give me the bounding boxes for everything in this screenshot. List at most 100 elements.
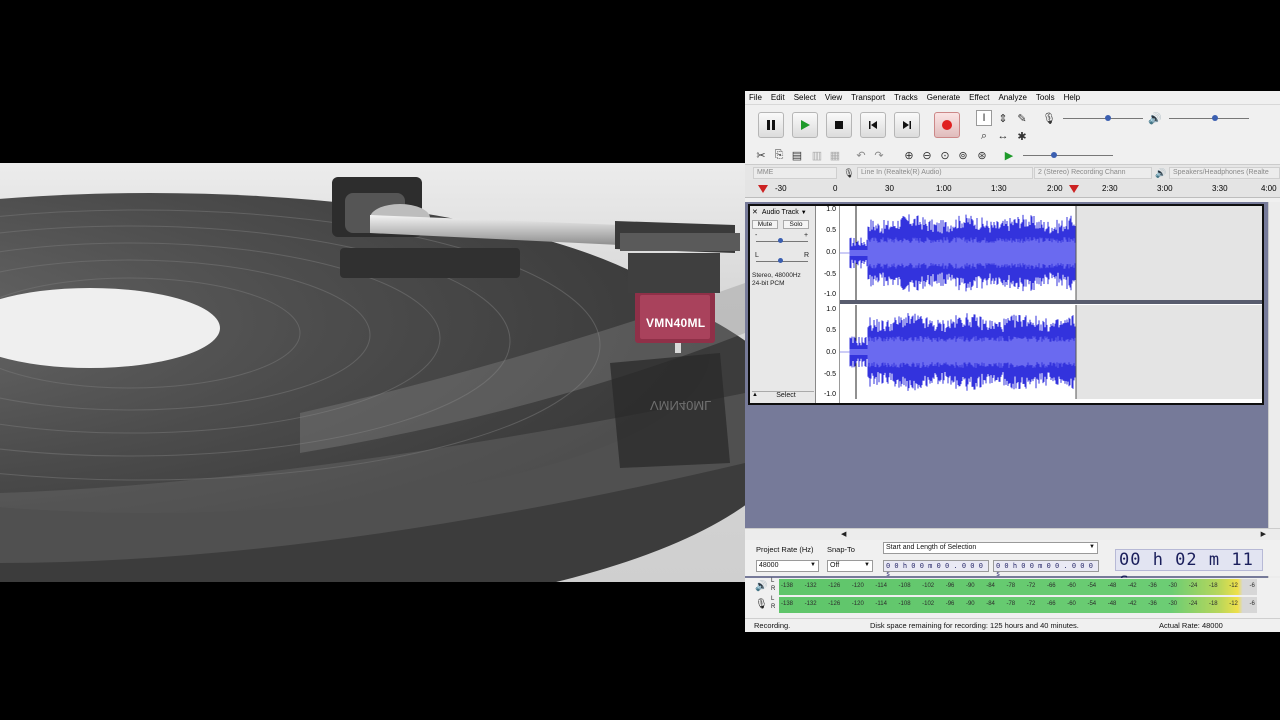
waveform-area[interactable] [840,206,1262,403]
snap-to-select[interactable]: Off ▼ [827,560,873,572]
selection-start-time[interactable]: 0 0 h 0 0 m 0 0 . 0 0 0 s [883,560,989,578]
track-format-line: Stereo, 48000Hz [752,272,801,279]
menu-effect[interactable]: Effect [969,93,989,102]
menu-tracks[interactable]: Tracks [894,93,918,102]
paste-icon[interactable]: ▤ [789,147,805,163]
play-at-speed-icon[interactable]: ▶ [1001,147,1017,163]
collapse-icon[interactable]: ▲ [752,392,758,398]
meter-toolbar: 🔊 L R -138 -132 -126 -120 -114 -108 -102 -96 -90… [745,578,1280,618]
speaker-icon[interactable]: 🔊 [755,581,767,592]
menu-edit[interactable]: Edit [771,93,785,102]
playback-volume-slider[interactable] [1169,118,1249,119]
solo-button[interactable]: Solo [783,220,809,229]
svg-text:VMN40ML: VMN40ML [650,398,711,413]
skip-end-button[interactable] [894,112,920,138]
draw-tool-icon[interactable]: ✎ [1014,110,1030,126]
trim-icon[interactable]: ▥ [809,147,825,163]
skip-start-button[interactable] [860,112,886,138]
recording-device-select[interactable]: Line In (Realtek(R) Audio) [857,167,1033,179]
meter-scale-label: -90 [965,601,975,607]
selection-length-time[interactable]: 0 0 h 0 0 m 0 0 . 0 0 0 s [993,560,1099,578]
recording-position-marker-icon [1069,185,1079,193]
menu-generate[interactable]: Generate [927,93,960,102]
play-speed-knob[interactable] [1051,152,1057,158]
scroll-right-icon[interactable]: ▶ [1261,530,1266,538]
fit-project-icon[interactable]: ⊚ [955,147,971,163]
project-rate-value: 48000 [759,562,779,569]
ruler-tick: 2:30 [1102,184,1118,193]
status-disk-space: Disk space remaining for recording: 125 … [870,621,1079,630]
envelope-tool-icon[interactable]: ⇕ [995,110,1011,126]
menu-select[interactable]: Select [794,93,816,102]
meter-scale-label: -126 [828,601,841,607]
meter-scale-label: -84 [986,583,995,589]
zoom-tool-icon[interactable]: ⌕ [976,128,992,144]
meter-scale-label: -60 [1067,583,1076,589]
pan-slider-knob[interactable] [778,258,783,263]
record-icon [942,120,952,130]
ruler-tick: 30 [885,184,894,193]
skip-start-icon [869,121,877,129]
meter-scale-label: -54 [1087,601,1097,607]
project-rate-select[interactable]: 48000 ▼ [756,560,819,572]
fit-selection-icon[interactable]: ⊙ [937,147,953,163]
recording-channels-select[interactable]: 2 (Stereo) Recording Chann [1034,167,1152,179]
menu-bar: File Edit Select View Transport Tracks G… [745,91,1280,105]
timeline-ruler[interactable]: -30 0 30 1:00 1:30 2:00 2:30 3:00 3:30 4… [745,180,1280,198]
play-button[interactable] [792,112,818,138]
cut-icon[interactable]: ✂ [753,147,769,163]
timeshift-tool-icon[interactable]: ↔ [995,128,1011,144]
selection-mode-select[interactable]: Start and Length of Selection ▼ [883,542,1098,554]
zoom-out-icon[interactable]: ⊖ [919,147,935,163]
silence-icon[interactable]: ▦ [827,147,843,163]
playback-device-select[interactable]: Speakers/Headphones (Realte [1169,167,1280,179]
right-channel-waveform [840,305,1262,399]
playback-meter[interactable]: -138 -132 -126 -120 -114 -108 -102 -96 -90 -84 -78… [779,579,1257,595]
menu-analyze[interactable]: Analyze [998,93,1026,102]
undo-icon[interactable]: ↶ [853,147,869,163]
menu-tools[interactable]: Tools [1036,93,1055,102]
copy-icon[interactable]: ⎘ [771,147,787,163]
scroll-left-icon[interactable]: ◀ [841,530,846,538]
recording-volume-slider[interactable] [1063,118,1143,119]
track-name-menu[interactable]: ✕ Audio Track ▼ [752,208,814,218]
menu-help[interactable]: Help [1064,93,1080,102]
track-select-label: Select [776,392,796,399]
multi-tool-icon[interactable]: ✱ [1014,128,1030,144]
microphone-icon[interactable]: 🎙 [755,599,768,610]
pause-button[interactable] [758,112,784,138]
meter-scale-label: -24 [1188,601,1198,607]
transport-toolbar: I ⇕ ✎ ⌕ ↔ ✱ 🎙 🔊 [745,109,1280,145]
menu-transport[interactable]: Transport [851,93,885,102]
audio-host-select[interactable]: MME [753,167,837,179]
project-rate-label: Project Rate (Hz) [756,545,814,554]
zoom-in-icon[interactable]: ⊕ [901,147,917,163]
stop-button[interactable] [826,112,852,138]
menu-file[interactable]: File [749,93,762,102]
meter-scale-label: -78 [1006,601,1016,607]
menu-view[interactable]: View [825,93,842,102]
mute-button[interactable]: Mute [752,220,778,229]
chevron-down-icon: ▼ [864,562,870,568]
chevron-down-icon: ▼ [810,562,816,568]
selection-tool-icon[interactable]: I [976,110,992,126]
horizontal-scrollbar[interactable]: ◀ ▶ [745,528,1280,540]
meter-scale-label: -36 [1148,583,1157,589]
playback-volume-knob[interactable] [1212,115,1218,121]
gain-minus-label: - [755,232,758,239]
gain-slider-knob[interactable] [778,238,783,243]
audio-position-display[interactable]: 00 h 02 m 11 s [1115,549,1263,590]
play-speed-slider[interactable] [1023,155,1113,156]
zoom-toggle-icon[interactable]: ⊛ [974,147,990,163]
recording-volume-knob[interactable] [1105,115,1111,121]
redo-icon[interactable]: ↷ [871,147,887,163]
microphone-icon: 🎙 [1042,112,1056,125]
recording-meter[interactable]: -138 -132 -126 -120 -114 -108 -102 -96 -90 -84 -78… [779,597,1257,613]
close-track-icon[interactable]: ✕ [752,209,758,216]
playback-meter-scale: -138 -132 -126 -120 -114 -108 -102 -96 -90 -84 -78… [779,583,1257,589]
status-actual-rate: Actual Rate: 48000 [1159,621,1223,630]
play-icon [801,120,810,130]
record-button[interactable] [934,112,960,138]
track-select-button[interactable]: ▲ Select [752,391,814,401]
audio-track[interactable]: ✕ Audio Track ▼ Mute Solo - + L R Stereo… [748,204,1264,405]
